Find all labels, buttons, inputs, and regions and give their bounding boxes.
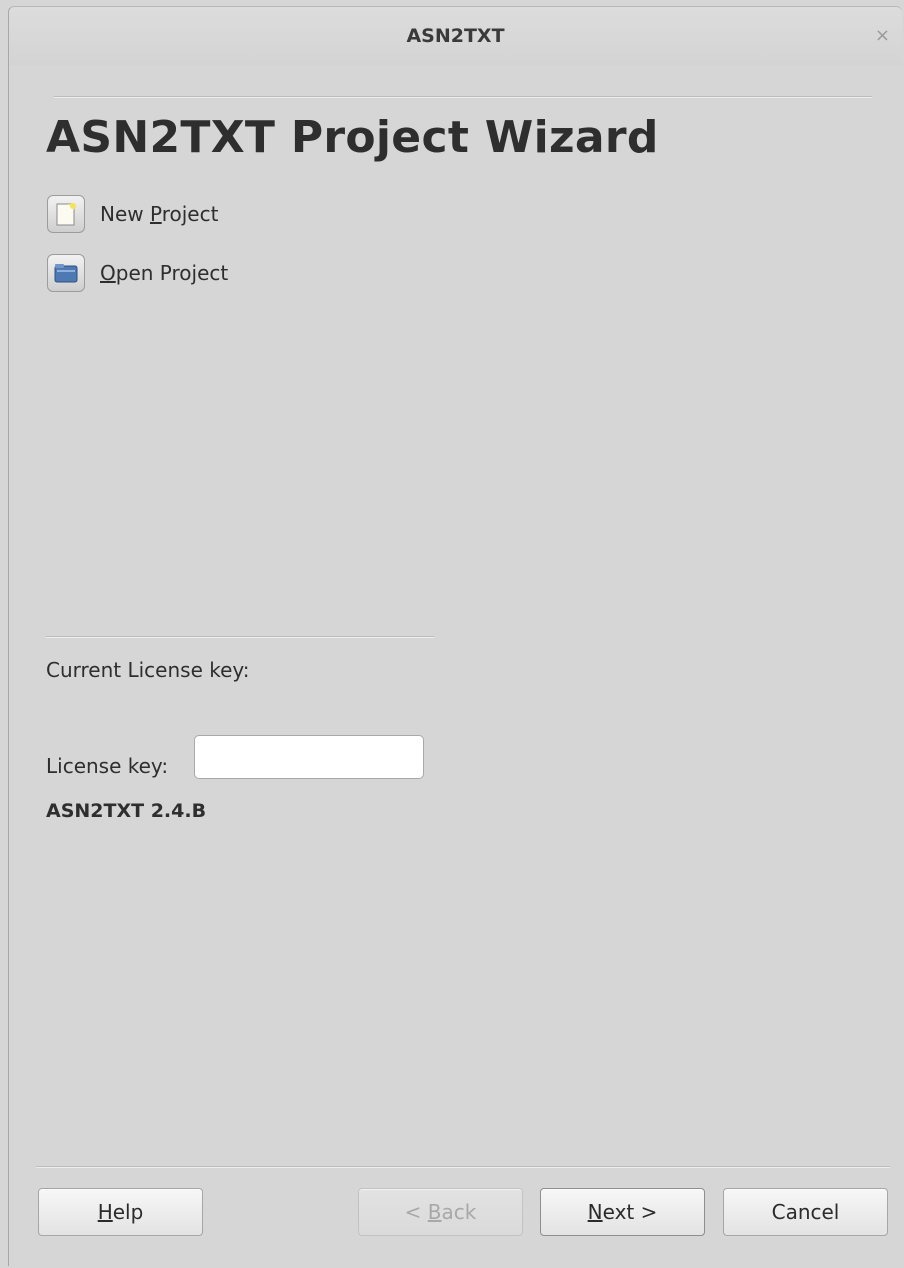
current-license-label: Current License key: <box>46 658 250 682</box>
cancel-button-label: Cancel <box>771 1200 840 1224</box>
new-project-link[interactable]: New Project <box>47 195 218 233</box>
title-bar[interactable]: ASN2TXT × <box>9 7 902 65</box>
new-project-label: New Project <box>100 202 219 226</box>
help-button[interactable]: Help <box>38 1188 203 1236</box>
close-icon[interactable]: × <box>875 27 890 45</box>
bottom-separator <box>36 1166 890 1168</box>
page-title: ASN2TXT Project Wizard <box>46 112 659 163</box>
help-button-label: Help <box>97 1200 144 1224</box>
license-separator <box>46 636 434 638</box>
cancel-button[interactable]: Cancel <box>723 1188 888 1236</box>
next-button-label: Next > <box>587 1200 658 1224</box>
folder-icon <box>47 254 85 292</box>
license-key-label: License key: <box>46 754 169 778</box>
open-project-link[interactable]: Open Project <box>47 254 228 292</box>
back-button-label: < Back <box>404 1200 477 1224</box>
new-document-icon <box>47 195 85 233</box>
next-button[interactable]: Next > <box>540 1188 705 1236</box>
version-label: ASN2TXT 2.4.B <box>46 800 207 822</box>
license-key-input[interactable] <box>194 735 424 779</box>
top-separator <box>54 96 872 98</box>
window-title: ASN2TXT <box>406 25 505 47</box>
back-button[interactable]: < Back <box>358 1188 523 1236</box>
open-project-label: Open Project <box>100 261 229 285</box>
